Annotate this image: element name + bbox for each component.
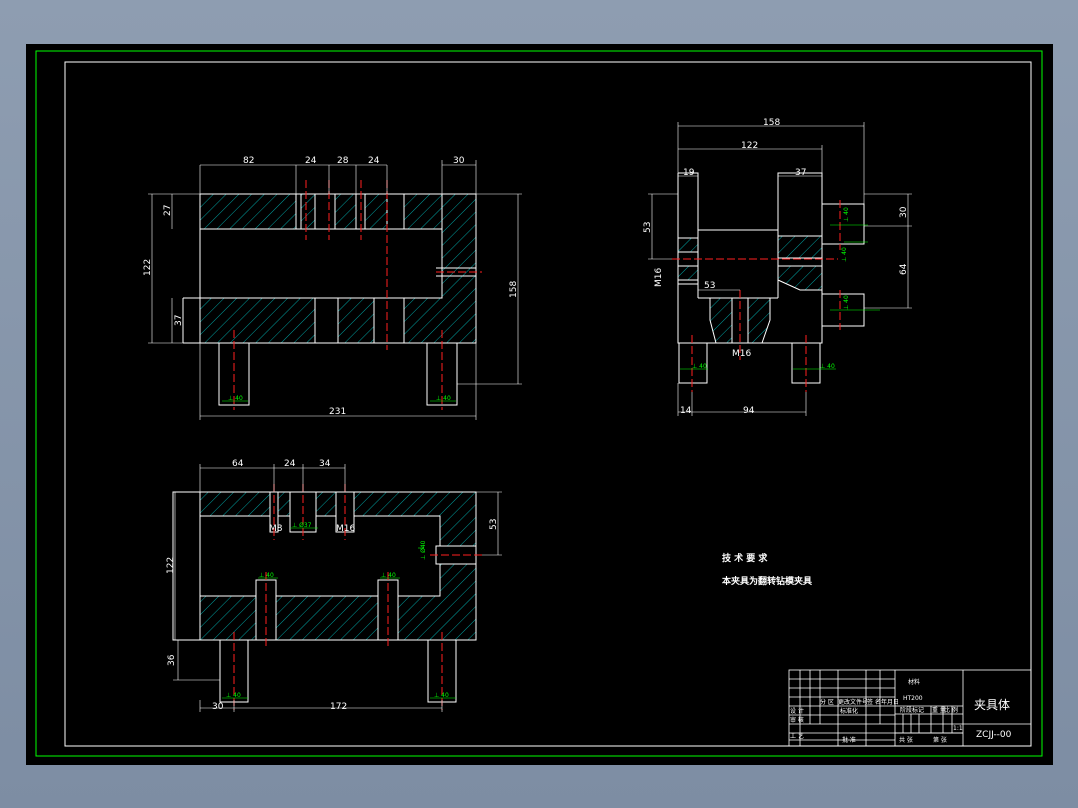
dim-front-27: 27 xyxy=(163,205,173,216)
dim-front-28: 28 xyxy=(337,156,349,166)
tb-col-scale: 比 例 xyxy=(944,706,958,714)
tb-col-stage: 阶段标记 xyxy=(900,706,924,714)
dim-side-122: 122 xyxy=(741,141,758,151)
dim-top-36: 36 xyxy=(167,654,177,666)
top-tag-pin-right: ⊥ 40 xyxy=(434,692,449,699)
side-tag-bolt-top: ⊥ 40 xyxy=(843,207,850,222)
model-space xyxy=(26,44,1053,765)
tb-col-date: 年月日 xyxy=(881,698,899,706)
label-side-m16-bottom: M16 xyxy=(732,349,751,359)
dim-side-94: 94 xyxy=(743,406,755,416)
top-tag-hole-d: ⊥ Ø40 xyxy=(420,540,427,560)
side-tag-pin-right: ⊥ 40 xyxy=(820,363,835,370)
svg-text:⊥ 40: ⊥ 40 xyxy=(228,395,243,402)
tb-material-label: 材料 xyxy=(908,678,920,686)
tb-drawing-number: ZCJJ--00 xyxy=(976,730,1012,740)
dim-side-37: 37 xyxy=(795,168,806,178)
tb-row-craft: 工 艺 xyxy=(790,732,804,740)
dim-side-19: 19 xyxy=(683,168,695,178)
dim-front-24b: 24 xyxy=(368,156,380,166)
dim-top-24: 24 xyxy=(284,459,296,469)
dim-side-53-left: 53 xyxy=(643,222,653,233)
dim-side-158: 158 xyxy=(763,118,780,128)
tb-col-revise: 分 区 xyxy=(820,698,834,706)
tb-row-check: 审 核 xyxy=(790,716,804,724)
tb-sheet-no: 第 张 xyxy=(933,736,947,744)
top-tag-hole-a: ⊥ Ø37 xyxy=(292,522,312,529)
side-tag-bolt-mid: ⊥ 40 xyxy=(841,247,848,262)
label-top-m8: M8 xyxy=(269,524,283,534)
dim-side-64: 64 xyxy=(899,263,909,275)
dim-front-37: 37 xyxy=(174,315,184,326)
tb-scale-value: 1:1 xyxy=(953,725,963,732)
dim-front-24a: 24 xyxy=(305,156,317,166)
tb-material-value: HT200 xyxy=(903,695,923,702)
dim-side-14: 14 xyxy=(680,406,692,416)
tb-col-std: 标准化 xyxy=(840,707,858,715)
dim-top-122: 122 xyxy=(166,557,176,574)
dim-top-30: 30 xyxy=(212,702,224,712)
notes-heading: 技 术 要 求 xyxy=(722,552,768,564)
tb-col-mark: 更改文件号 xyxy=(838,698,868,706)
dim-side-30: 30 xyxy=(899,206,909,218)
tb-row-design: 设 计 xyxy=(790,707,804,715)
dim-top-172: 172 xyxy=(330,702,347,712)
dim-side-53-mid: 53 xyxy=(704,281,715,291)
dim-front-82: 82 xyxy=(243,156,254,166)
dim-front-231: 231 xyxy=(329,407,346,417)
top-tag-hole-b: ⊥ 40 xyxy=(259,572,274,579)
side-tag-bolt-low: ⊥ 40 xyxy=(843,295,850,310)
dim-top-53: 53 xyxy=(489,519,499,530)
top-tag-pin-left: ⊥ 40 xyxy=(226,692,241,699)
tb-sheet-total: 共 张 xyxy=(899,736,913,744)
dim-top-34: 34 xyxy=(319,459,331,469)
dim-front-158: 158 xyxy=(509,281,519,298)
dim-front-122: 122 xyxy=(143,259,153,276)
tb-col-approve: 批 准 xyxy=(842,736,856,744)
dim-front-30: 30 xyxy=(453,156,465,166)
top-tag-hole-c: ⊥ 40 xyxy=(381,572,396,579)
notes-line-1: 本夹具为翻转钻模夹具 xyxy=(722,575,812,587)
label-side-m16-left: M16 xyxy=(654,268,664,287)
tb-col-sign: 签 名 xyxy=(867,698,881,706)
cad-drawing-canvas: 82 24 28 24 30 27 122 37 158 231 ⊥ 40 ⊥ … xyxy=(26,44,1053,765)
svg-text:⊥ 40: ⊥ 40 xyxy=(436,395,451,402)
label-top-m16: M16 xyxy=(336,524,355,534)
tb-part-name: 夹具体 xyxy=(974,698,1010,712)
side-tag-pin-left: ⊥ 40 xyxy=(692,363,707,370)
dim-top-64: 64 xyxy=(232,459,244,469)
